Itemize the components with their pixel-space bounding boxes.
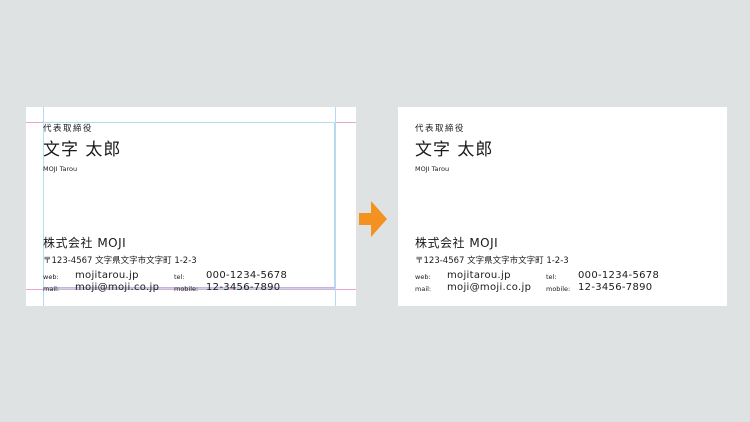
contact-row-mail-mobile: mail: moji@moji.co.jp mobile: 12-3456-78… xyxy=(415,279,710,293)
person-name-romaji: MOJI Tarou xyxy=(415,165,450,173)
mail-value: moji@moji.co.jp xyxy=(447,282,532,293)
arrow-right-icon xyxy=(359,201,387,237)
mail-label: mail: xyxy=(415,285,432,293)
person-name-romaji: MOJI Tarou xyxy=(43,165,78,173)
contact-row-mail-mobile: mail: moji@moji.co.jp mobile: 12-3456-78… xyxy=(43,279,338,293)
mobile-label: mobile: xyxy=(546,285,571,293)
mail-value: moji@moji.co.jp xyxy=(75,282,160,293)
business-card-final: 代表取締役 文字 太郎 MOJI Tarou 株式会社 MOJI 〒123-45… xyxy=(398,107,727,306)
business-card-with-guides: 代表取締役 文字 太郎 MOJI Tarou 株式会社 MOJI 〒123-45… xyxy=(26,107,356,306)
company-name: 株式会社 MOJI xyxy=(415,236,499,250)
job-title: 代表取締役 xyxy=(43,124,94,134)
company-name: 株式会社 MOJI xyxy=(43,236,127,250)
mobile-value: 12-3456-7890 xyxy=(578,282,653,293)
address: 〒123-4567 文字県文字市文字町 1-2-3 xyxy=(415,256,569,266)
mobile-label: mobile: xyxy=(174,285,199,293)
mail-label: mail: xyxy=(43,285,60,293)
person-name: 文字 太郎 xyxy=(43,140,122,160)
mobile-value: 12-3456-7890 xyxy=(206,282,281,293)
person-name: 文字 太郎 xyxy=(415,140,494,160)
job-title: 代表取締役 xyxy=(415,124,466,134)
address: 〒123-4567 文字県文字市文字町 1-2-3 xyxy=(43,256,197,266)
